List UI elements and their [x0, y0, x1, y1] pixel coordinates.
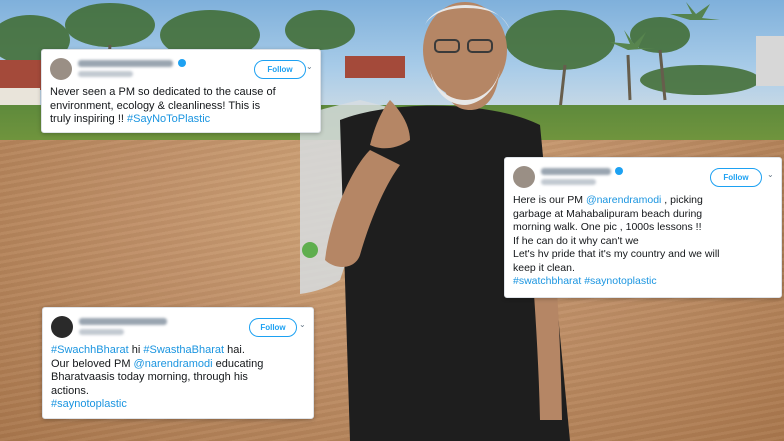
handle-blurred[interactable] [79, 329, 124, 335]
tweet-line: morning walk. One pic , 1000s lessons !! [513, 221, 702, 233]
avatar[interactable] [513, 166, 535, 188]
tweet-text: Here is our PM @narendramodi , picking g… [513, 194, 773, 289]
hut-roof [0, 60, 42, 90]
tweet-line: Bharatvaasis today morning, through his [51, 371, 248, 383]
handle-blurred[interactable] [541, 179, 596, 185]
hashtag-link[interactable]: #SwachhBharat [51, 344, 129, 356]
tweet-card-3: Follow ⌄ #SwachhBharat hi #SwasthaBharat… [42, 307, 314, 419]
tweet-line: #saynotoplastic [51, 398, 305, 412]
tweet-text-span: Our beloved PM [51, 357, 134, 370]
tweet-text: Never seen a PM so dedicated to the caus… [50, 86, 312, 127]
tweet-header: Follow ⌄ [513, 164, 775, 192]
tweet-text-span: truly inspiring !! [50, 113, 128, 125]
tweet-card-2: Follow ⌄ Here is our PM @narendramodi , … [504, 157, 782, 298]
display-name-blurred[interactable] [541, 168, 611, 175]
tower-building [756, 36, 784, 86]
tweet-text-span: , picking [661, 194, 703, 206]
tweet-line: #SwachhBharat hi #SwasthaBharat hai. [51, 344, 305, 358]
tweet-line: actions. [51, 384, 89, 397]
tweet-text-span: hai. [224, 344, 245, 356]
tweet-line: garbage at Mahabalipuram beach during [513, 207, 703, 220]
avatar[interactable] [51, 316, 73, 338]
hashtag-link[interactable]: #SwasthaBharat [143, 344, 224, 356]
hashtag-link[interactable]: #SayNoToPlastic [127, 113, 210, 125]
chevron-down-icon[interactable]: ⌄ [306, 63, 314, 71]
hashtag-link[interactable]: #saynotoplastic [51, 398, 127, 410]
chevron-down-icon[interactable]: ⌄ [299, 321, 307, 329]
tweet-text-span: educating [212, 357, 264, 370]
tweet-line: Our beloved PM @narendramodi educating [51, 358, 305, 372]
beach-photo: Follow ⌄ Never seen a PM so dedicated to… [0, 0, 784, 441]
tweet-header: Follow ⌄ [51, 314, 307, 342]
tweet-text-span: Here is our PM [513, 194, 586, 206]
tweet-card-1: Follow ⌄ Never seen a PM so dedicated to… [41, 49, 321, 133]
follow-button[interactable]: Follow [710, 168, 762, 187]
display-name-blurred[interactable] [79, 318, 167, 325]
mention-link[interactable]: @narendramodi [134, 358, 213, 370]
tweet-header: Follow ⌄ [50, 56, 314, 84]
verified-badge-icon [615, 167, 623, 175]
tweet-text-span: hi [128, 344, 144, 356]
verified-badge-icon [178, 59, 186, 67]
handle-blurred[interactable] [78, 71, 133, 77]
tweet-line: truly inspiring !! #SayNoToPlastic [50, 113, 312, 127]
tweet-text: #SwachhBharat hi #SwasthaBharat hai. Our… [51, 344, 305, 412]
tweet-line: keep it clean. [513, 261, 575, 274]
avatar[interactable] [50, 58, 72, 80]
tweet-line: If he can do it why can't we [513, 234, 639, 247]
display-name-blurred[interactable] [78, 60, 173, 67]
tweet-line: #swatchbharat #saynotoplastic [513, 275, 773, 289]
follow-button[interactable]: Follow [249, 318, 297, 337]
tweet-line: Here is our PM @narendramodi , picking [513, 194, 773, 208]
chevron-down-icon[interactable]: ⌄ [767, 171, 775, 179]
follow-button[interactable]: Follow [254, 60, 306, 79]
tweet-line: Never seen a PM so dedicated to the caus… [50, 86, 276, 98]
tweet-line: Let's hv pride that it's my country and … [513, 248, 720, 260]
mention-link[interactable]: @narendramodi [586, 194, 661, 206]
hashtag-link[interactable]: #swatchbharat [513, 275, 581, 287]
tweet-line: environment, ecology & cleanliness! This… [50, 99, 261, 112]
hashtag-link[interactable]: #saynotoplastic [584, 275, 656, 287]
